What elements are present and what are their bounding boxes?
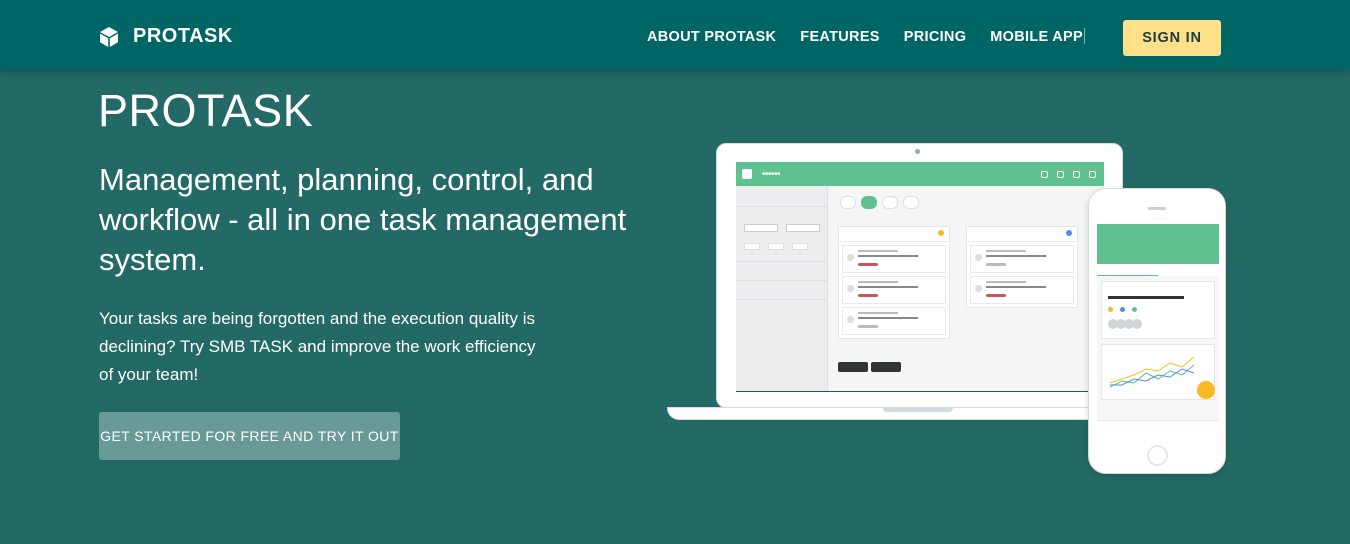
phone-add-fab-icon (1197, 381, 1215, 399)
phone-bottom-nav (1097, 420, 1219, 438)
sign-in-button[interactable]: SIGN IN (1123, 20, 1221, 56)
nav-link-features[interactable]: FEATURES (800, 29, 879, 45)
laptop-screen-app-preview: ■■■■■■ (736, 162, 1104, 392)
nav-link-mobile-app[interactable]: MOBILE APP (990, 29, 1083, 45)
nav-links: ABOUT PROTASK FEATURES PRICING MOBILE AP… (647, 29, 1107, 45)
hero-title: PROTASK (98, 85, 314, 136)
app-preview-header: ■■■■■■ (736, 162, 1104, 186)
cube-logo-icon (100, 26, 118, 47)
phone-app-tabs (1097, 264, 1219, 276)
phone-app-header (1097, 224, 1219, 264)
laptop-camera (915, 149, 920, 154)
nav-link-about[interactable]: ABOUT PROTASK (647, 29, 776, 45)
nav-divider (1084, 28, 1085, 44)
app-preview-sidebar (736, 186, 828, 391)
hero-subtitle: Management, planning, control, and workf… (99, 162, 627, 277)
hero-description: Your tasks are being forgotten and the e… (99, 309, 536, 384)
phone-project-card (1101, 281, 1215, 339)
phone-screen-app-preview (1097, 224, 1219, 438)
brand-name: PROTASK (133, 25, 233, 47)
laptop-mockup: ■■■■■■ (716, 143, 1123, 408)
get-started-button[interactable]: GET STARTED FOR FREE AND TRY IT OUT (99, 412, 400, 460)
nav-link-pricing[interactable]: PRICING (904, 29, 967, 45)
phone-speaker (1148, 207, 1166, 210)
brand-logo[interactable]: PROTASK (99, 25, 233, 48)
app-preview-toolbar-icons (1032, 171, 1096, 178)
phone-home-button (1147, 445, 1168, 466)
app-preview-date: ■■■■■■ (762, 170, 781, 177)
phone-mockup (1088, 188, 1226, 474)
app-preview-logo-icon (742, 169, 752, 179)
app-store-badges (838, 362, 904, 372)
app-preview-tabs (840, 196, 924, 209)
top-navbar: PROTASK ABOUT PROTASK FEATURES PRICING M… (0, 0, 1350, 70)
app-preview-column-in-progress (838, 226, 950, 339)
app-preview-column-pending (966, 226, 1078, 308)
